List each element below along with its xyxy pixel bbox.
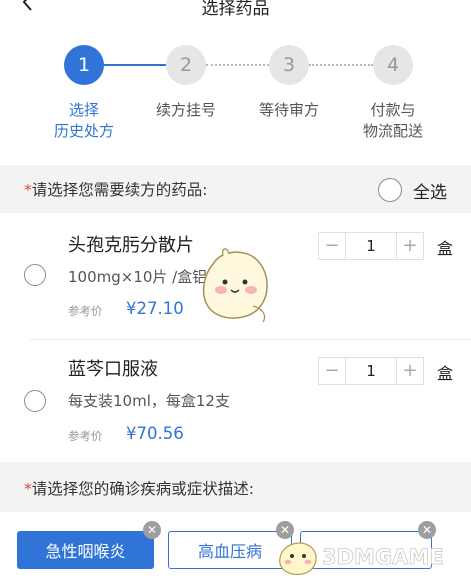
quantity-value[interactable]: 1: [345, 358, 397, 384]
step-1-label: 选择 历史处方: [53, 101, 114, 140]
reference-price-label: 参考价: [68, 429, 103, 443]
quantity-unit: 盒: [437, 364, 454, 383]
diagnosis-tag[interactable]: 急性咽喉炎: [17, 531, 154, 569]
medicine-section-prompt: *请选择您需要续方的药品:: [24, 181, 208, 199]
product-spec: 每支装10ml，每盒12支: [68, 392, 230, 410]
product-divider: [30, 339, 471, 340]
diagnosis-section-prompt: *请选择您的确诊疾病或症状描述:: [24, 480, 254, 498]
mascot-sticker-icon: [202, 248, 268, 323]
step-connector-2: [206, 64, 269, 66]
select-all-radio[interactable]: [378, 178, 402, 202]
page-title: 选择药品: [201, 0, 270, 19]
step-2-circle: 2: [166, 45, 206, 85]
quantity-value[interactable]: 1: [345, 233, 397, 259]
step-connector-3: [309, 64, 373, 66]
required-mark: *: [24, 480, 32, 498]
increase-button[interactable]: +: [397, 358, 423, 384]
step-4-circle: 4: [373, 45, 413, 85]
product-name: 头孢克肟分散片: [68, 235, 194, 256]
quantity-stepper: − 1 +: [318, 232, 424, 260]
close-icon[interactable]: ✕: [143, 521, 161, 539]
step-2-label: 续方挂号: [155, 101, 216, 119]
product-select-radio[interactable]: [24, 264, 46, 286]
step-connector-1: [104, 64, 166, 66]
step-1-circle: 1: [64, 45, 104, 85]
increase-button[interactable]: +: [397, 233, 423, 259]
watermark-text: 3DMGAME: [322, 545, 444, 569]
reference-price-label: 参考价: [68, 304, 103, 318]
step-3-label: 等待审方: [258, 101, 319, 119]
product-select-radio[interactable]: [24, 390, 46, 412]
decrease-button[interactable]: −: [319, 358, 345, 384]
product-price: ¥27.10: [126, 299, 184, 318]
watermark-logo-icon: 3DMGAME: [279, 542, 444, 575]
product-spec: 100mg×10片 /盒铝: [68, 268, 208, 286]
quantity-unit: 盒: [437, 239, 454, 258]
step-4-label: 付款与 物流配送: [362, 101, 423, 140]
select-all-label[interactable]: 全选: [413, 178, 447, 203]
required-mark: *: [24, 181, 32, 199]
decrease-button[interactable]: −: [319, 233, 345, 259]
quantity-stepper: − 1 +: [318, 357, 424, 385]
product-name: 蓝芩口服液: [68, 359, 158, 380]
step-3-circle: 3: [269, 45, 309, 85]
product-price: ¥70.56: [126, 424, 184, 443]
